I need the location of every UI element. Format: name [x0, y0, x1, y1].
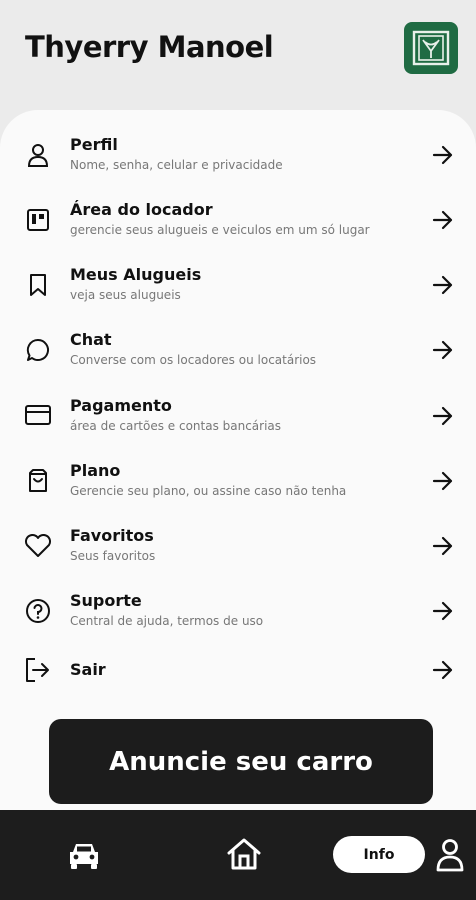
chat-icon	[24, 336, 52, 364]
menu-item-meus-alugueis[interactable]: Meus Alugueis veja seus alugueis	[0, 262, 476, 324]
menu-item-subtitle: área de cartões e contas bancárias	[70, 419, 282, 433]
menu-item-title: Chat	[70, 330, 112, 349]
user-icon[interactable]	[433, 837, 467, 873]
logout-icon	[24, 656, 52, 684]
menu-item-perfil[interactable]: Perfil Nome, senha, celular e privacidad…	[0, 132, 476, 194]
arrow-right-icon	[431, 338, 455, 362]
menu-item-subtitle: Seus favoritos	[70, 549, 156, 563]
menu-item-title: Sair	[70, 660, 106, 679]
menu-item-area-do-locador[interactable]: Área do locador gerencie seus alugueis e…	[0, 197, 476, 259]
menu-item-subtitle: gerencie seus alugueis e veiculos em um …	[70, 223, 370, 237]
shopping-bag-icon	[24, 467, 52, 495]
menu-item-title: Meus Alugueis	[70, 265, 202, 284]
menu-item-subtitle: Converse com os locadores ou locatários	[70, 353, 317, 367]
car-icon[interactable]	[66, 838, 102, 872]
menu-item-sair[interactable]: Sair	[0, 654, 476, 716]
arrow-right-icon	[431, 469, 455, 493]
brand-logo-icon[interactable]	[404, 22, 458, 74]
arrow-right-icon	[431, 404, 455, 428]
menu-card: Perfil Nome, senha, celular e privacidad…	[0, 110, 476, 810]
menu-item-title: Perfil	[70, 135, 118, 154]
credit-card-icon	[24, 401, 52, 429]
menu-item-title: Pagamento	[70, 396, 172, 415]
dashboard-icon	[24, 206, 52, 234]
arrow-right-icon	[431, 658, 455, 682]
arrow-right-icon	[431, 599, 455, 623]
menu-item-title: Área do locador	[70, 200, 213, 219]
menu-item-subtitle: Central de ajuda, termos de uso	[70, 614, 264, 628]
menu-item-chat[interactable]: Chat Converse com os locadores ou locatá…	[0, 327, 476, 389]
user-icon	[24, 141, 52, 169]
arrow-right-icon	[431, 273, 455, 297]
menu-item-plano[interactable]: Plano Gerencie seu plano, ou assine caso…	[0, 458, 476, 520]
menu-item-title: Plano	[70, 461, 121, 480]
header: Thyerry Manoel	[0, 0, 476, 110]
menu-item-pagamento[interactable]: Pagamento área de cartões e contas bancá…	[0, 393, 476, 455]
arrow-right-icon	[431, 143, 455, 167]
menu-item-favoritos[interactable]: Favoritos Seus favoritos	[0, 523, 476, 585]
menu-item-subtitle: veja seus alugueis	[70, 288, 181, 302]
help-circle-icon	[24, 597, 52, 625]
user-name: Thyerry Manoel	[25, 30, 274, 64]
menu-item-suporte[interactable]: Suporte Central de ajuda, termos de uso	[0, 588, 476, 650]
arrow-right-icon	[431, 208, 455, 232]
arrow-right-icon	[431, 534, 455, 558]
nav-info-tab[interactable]: Info	[333, 836, 425, 873]
menu-item-subtitle: Gerencie seu plano, ou assine caso não t…	[70, 484, 347, 498]
heart-icon	[24, 532, 52, 560]
menu-item-subtitle: Nome, senha, celular e privacidade	[70, 158, 283, 172]
bottom-nav: Info	[0, 810, 476, 900]
menu-item-title: Suporte	[70, 591, 142, 610]
home-icon[interactable]	[225, 835, 263, 873]
advertise-car-button[interactable]: Anuncie seu carro	[49, 719, 433, 804]
menu-item-title: Favoritos	[70, 526, 154, 545]
bookmark-icon	[24, 271, 52, 299]
